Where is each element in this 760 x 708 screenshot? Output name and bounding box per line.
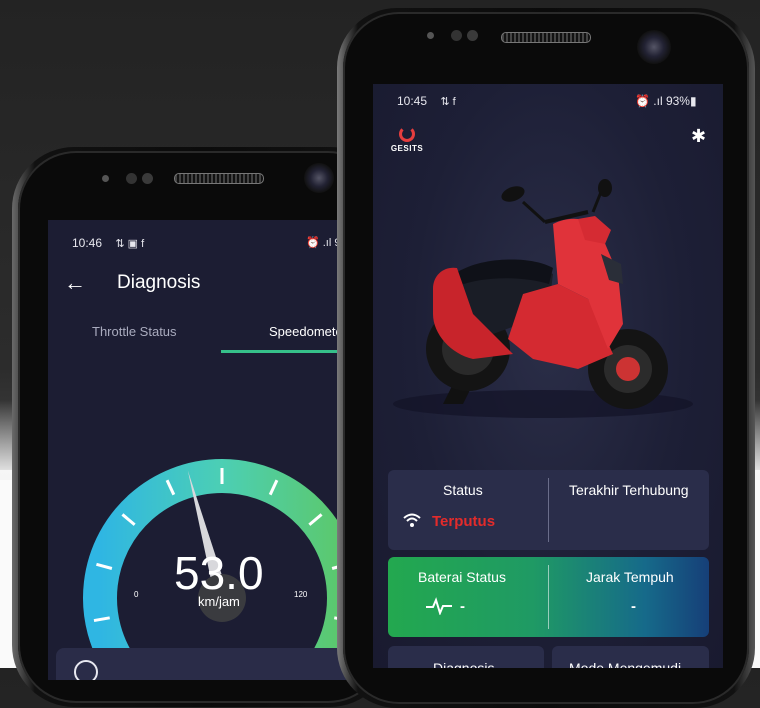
tab-throttle-status[interactable]: Throttle Status bbox=[92, 324, 177, 339]
distance-label: Jarak Tempuh bbox=[586, 569, 674, 585]
left-speaker-grille bbox=[174, 173, 264, 184]
distance-value: - bbox=[631, 598, 636, 615]
right-status-time: 10:45 bbox=[397, 94, 428, 108]
left-status-right-icons: ⏰ .ıl 9 bbox=[306, 237, 341, 249]
right-speaker-grille bbox=[501, 32, 591, 43]
scooter-image bbox=[393, 179, 693, 418]
right-front-camera bbox=[637, 30, 671, 64]
right-phone-screen: 10:45 ⇅ f ⏰ .ıl 93%▮ GESITS ✱ Status Ter… bbox=[373, 84, 723, 668]
bluetooth-off-icon[interactable]: ✱ bbox=[691, 126, 706, 147]
info-circle-icon bbox=[74, 660, 98, 680]
page-title: Diagnosis bbox=[117, 272, 201, 293]
wifi-icon bbox=[402, 512, 422, 531]
left-status-bar: 10:46 ⇅ ▣ f bbox=[72, 236, 144, 250]
left-camera-dots bbox=[102, 173, 162, 185]
battery-card-divider bbox=[548, 565, 549, 629]
status-label: Status bbox=[443, 482, 483, 498]
right-status-bar: 10:45 ⇅ f bbox=[397, 94, 456, 108]
right-camera-dots bbox=[427, 30, 487, 42]
right-status-right-icons: ⏰ .ıl 93%▮ bbox=[635, 94, 697, 108]
left-front-camera bbox=[304, 163, 334, 193]
drive-mode-label: Mode Mengemudi bbox=[569, 660, 682, 668]
tab-speedometer[interactable]: Speedometer bbox=[269, 324, 347, 339]
diagnosis-card[interactable]: Diagnosis bbox=[388, 646, 544, 668]
status-card-divider bbox=[548, 478, 549, 542]
drive-mode-card[interactable]: Mode Mengemudi bbox=[552, 646, 709, 668]
battery-status-value: - bbox=[460, 598, 465, 615]
gauge-max-label: 120 bbox=[294, 590, 308, 599]
gauge-min-label: 0 bbox=[134, 590, 139, 599]
status-value: Terputus bbox=[432, 513, 496, 530]
speed-value: 53.0 bbox=[174, 547, 264, 599]
left-status-icons: ⇅ ▣ f bbox=[115, 238, 145, 250]
pulse-icon bbox=[426, 597, 452, 620]
last-connected-label: Terakhir Terhubung bbox=[569, 482, 689, 498]
gesits-logo-icon bbox=[399, 126, 415, 142]
right-status-icons: ⇅ f bbox=[440, 96, 456, 108]
left-app-bar: ← Diagnosis bbox=[48, 264, 348, 304]
gesits-logo: GESITS bbox=[387, 126, 427, 153]
status-card[interactable]: Status Terputus Terakhir Terhubung bbox=[388, 470, 709, 550]
battery-card[interactable]: Baterai Status - Jarak Tempuh - bbox=[388, 557, 709, 637]
back-arrow-icon[interactable]: ← bbox=[64, 270, 86, 296]
left-bottom-card[interactable] bbox=[56, 648, 346, 680]
left-status-time: 10:46 bbox=[72, 236, 103, 250]
left-phone-screen: 10:46 ⇅ ▣ f ⏰ .ıl 9 ← Diagnosis Throttle… bbox=[48, 220, 348, 680]
brand-name: GESITS bbox=[390, 144, 424, 153]
diagnosis-label: Diagnosis bbox=[433, 660, 495, 668]
speed-unit: km/jam bbox=[198, 594, 240, 609]
battery-status-label: Baterai Status bbox=[418, 569, 506, 585]
